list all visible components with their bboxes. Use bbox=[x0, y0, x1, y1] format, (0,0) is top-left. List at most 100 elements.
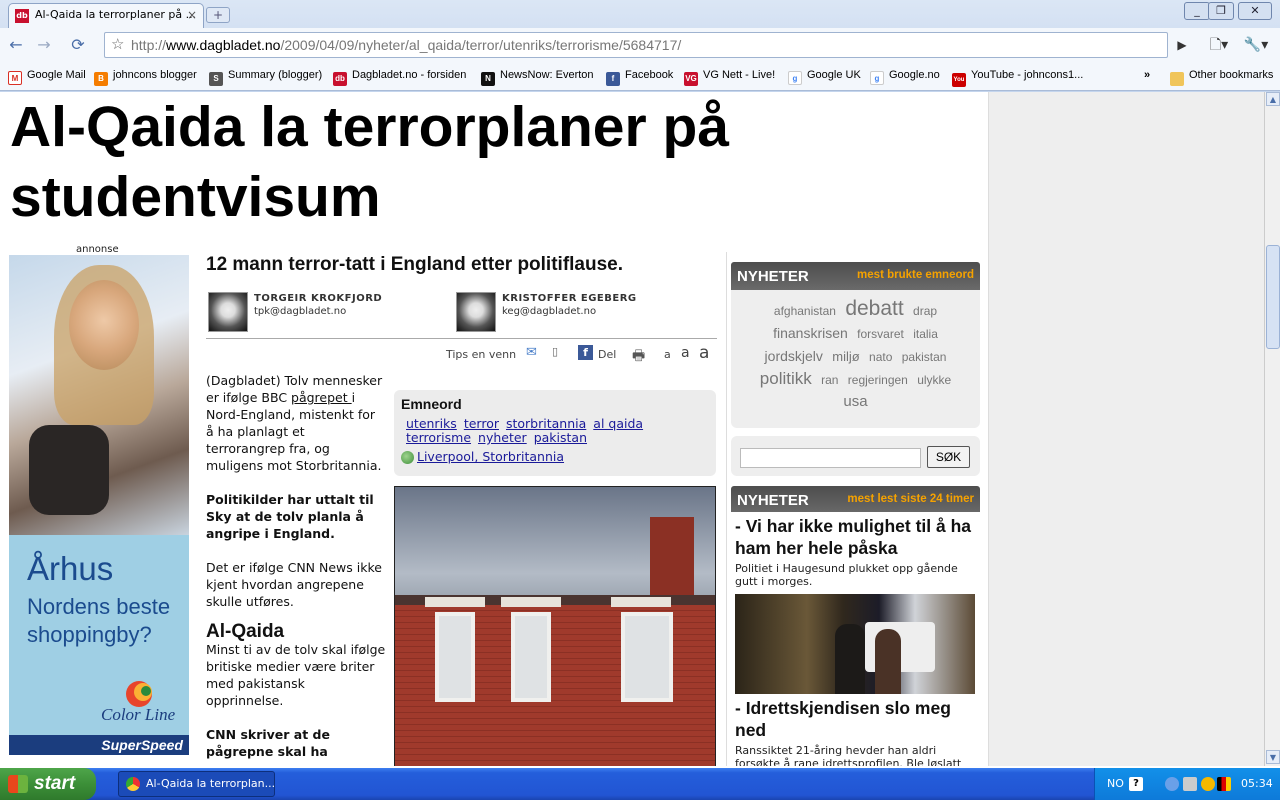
font-size-small[interactable]: a bbox=[664, 348, 671, 361]
globe-icon bbox=[401, 451, 414, 464]
font-size-large[interactable]: a bbox=[699, 343, 709, 363]
tag-link[interactable]: terror bbox=[464, 416, 499, 431]
back-arrow-tray-icon[interactable] bbox=[1165, 777, 1179, 791]
tag-cloud-item[interactable]: ran bbox=[821, 373, 838, 387]
flag-tray-icon[interactable] bbox=[1217, 777, 1231, 791]
bookmark-star-icon[interactable]: ☆ bbox=[111, 33, 124, 57]
wrench-menu-icon[interactable]: 🔧▾ bbox=[1240, 33, 1272, 57]
new-tab-button[interactable]: + bbox=[206, 7, 230, 23]
byline-divider bbox=[206, 338, 717, 339]
paragraph: Det er ifølge CNN News ikke kjent hvorda… bbox=[206, 560, 382, 609]
vg-icon: VG bbox=[684, 72, 698, 86]
section-header: NYHETER mest brukte emneord bbox=[731, 262, 980, 290]
tag-cloud-item[interactable]: italia bbox=[913, 327, 938, 341]
tag-link[interactable]: nyheter bbox=[478, 430, 527, 445]
tag-cloud-item[interactable]: afghanistan bbox=[774, 304, 836, 318]
scrollbar-thumb[interactable] bbox=[1266, 245, 1280, 349]
bookmark-google-no[interactable]: g Google.no bbox=[870, 69, 940, 85]
tag-cloud-item[interactable]: jordskjelv bbox=[765, 348, 823, 364]
address-bar[interactable]: ☆ http://www.dagbladet.no/2009/04/09/nyh… bbox=[104, 32, 1168, 58]
tag-cloud-item[interactable]: ulykke bbox=[917, 373, 951, 387]
tag-link[interactable]: al qaida bbox=[593, 416, 643, 431]
search-button[interactable]: SØK bbox=[927, 446, 970, 468]
mobile-icon[interactable]: ▯ bbox=[552, 345, 558, 358]
taskbar-chrome-window[interactable]: Al-Qaida la terrorplan... bbox=[118, 771, 275, 797]
print-icon[interactable]: 🖶 bbox=[632, 345, 645, 369]
facebook-icon[interactable]: f bbox=[578, 345, 593, 360]
news-teaser: Ranssiktet 21-åring hevder han aldri for… bbox=[735, 744, 962, 766]
language-indicator[interactable]: NO bbox=[1107, 777, 1124, 790]
author-email[interactable]: keg@dagbladet.no bbox=[502, 306, 596, 317]
tag-link[interactable]: utenriks bbox=[406, 416, 457, 431]
tab-article[interactable]: db Al-Qaida la terrorplaner på ... × bbox=[8, 3, 204, 28]
photo-window bbox=[435, 612, 475, 702]
tag-cloud-item[interactable]: pakistan bbox=[902, 350, 947, 364]
tag-cloud-item[interactable]: nato bbox=[869, 350, 892, 364]
bookmark-youtube[interactable]: You YouTube - johncons1... bbox=[952, 69, 1083, 87]
news-headline[interactable]: - Vi har ikke mulighet til å ha ham her … bbox=[735, 515, 976, 559]
bookmark-summary[interactable]: S Summary (blogger) bbox=[209, 69, 322, 86]
tag-cloud-item[interactable]: usa bbox=[843, 393, 867, 410]
photo-window-lintel bbox=[425, 597, 485, 607]
tag-cloud-item[interactable]: regjeringen bbox=[848, 373, 908, 387]
url-path: /2009/04/09/nyheter/al_qaida/terror/uten… bbox=[280, 37, 682, 53]
close-window-button[interactable]: ✕ bbox=[1238, 2, 1272, 20]
web-page: Al-Qaida la terrorplaner på studentvisum… bbox=[0, 92, 1264, 766]
reload-button[interactable]: ⟳ bbox=[66, 33, 90, 57]
scroll-up-arrow-icon[interactable]: ▲ bbox=[1266, 92, 1280, 106]
bookmarks-overflow-button[interactable]: » bbox=[1144, 69, 1150, 81]
bookmark-johncons-blogger[interactable]: Bjohncons blogger bbox=[94, 69, 197, 86]
tag-cloud-item[interactable]: finanskrisen bbox=[773, 325, 848, 341]
back-button[interactable]: ← bbox=[4, 33, 28, 57]
search-input[interactable] bbox=[740, 448, 921, 468]
article-photo[interactable] bbox=[394, 486, 716, 766]
ad-photo-face bbox=[69, 280, 139, 370]
bookmark-vg[interactable]: VG VG Nett - Live! bbox=[684, 69, 775, 86]
location-link[interactable]: Liverpool, Storbritannia bbox=[417, 449, 564, 464]
author-email[interactable]: tpk@dagbladet.no bbox=[254, 306, 346, 317]
minimize-button[interactable]: _ bbox=[1184, 2, 1210, 20]
news-photo[interactable] bbox=[735, 594, 975, 694]
tag-link[interactable]: pakistan bbox=[534, 430, 587, 445]
section-title[interactable]: NYHETER bbox=[737, 268, 809, 285]
pagrepet-link[interactable]: pågrepet bbox=[291, 390, 352, 405]
help-icon[interactable]: ? bbox=[1129, 777, 1143, 791]
system-tray: NO ? 05:34 bbox=[1094, 768, 1280, 800]
forward-button[interactable]: → bbox=[32, 33, 56, 57]
bookmark-google-uk[interactable]: g Google UK bbox=[788, 69, 861, 85]
mail-icon[interactable]: ✉ bbox=[526, 345, 537, 360]
close-tab-icon[interactable]: × bbox=[187, 4, 197, 26]
news-headline[interactable]: - Idrettskjendisen slo meg ned bbox=[735, 697, 976, 741]
section-header: NYHETER mest lest siste 24 timer bbox=[731, 486, 980, 514]
restore-button[interactable]: ❐ bbox=[1208, 2, 1234, 20]
url-prefix: http:// bbox=[131, 37, 167, 53]
network-tray-icon[interactable] bbox=[1201, 777, 1215, 791]
scroll-down-arrow-icon[interactable]: ▼ bbox=[1266, 750, 1280, 764]
tag-cloud-item[interactable]: politikk bbox=[760, 369, 812, 388]
bookmark-newsnow[interactable]: N NewsNow: Everton bbox=[481, 69, 594, 86]
start-button[interactable]: start bbox=[0, 768, 96, 800]
ad-label: annonse bbox=[76, 244, 119, 255]
printer-tray-icon[interactable] bbox=[1183, 777, 1197, 791]
bookmark-dagbladet[interactable]: db Dagbladet.no - forsiden bbox=[333, 69, 466, 86]
bookmark-google-mail[interactable]: M Google Mail bbox=[8, 69, 86, 85]
font-size-medium[interactable]: a bbox=[681, 345, 690, 361]
tag-link[interactable]: storbritannia bbox=[506, 416, 586, 431]
page-scrollbar[interactable]: ▲ ▼ bbox=[1264, 92, 1280, 766]
colorline-advertisement[interactable]: Århus Nordens beste shoppingby? Color Li… bbox=[9, 255, 189, 755]
tag-cloud-item[interactable]: miljø bbox=[832, 349, 859, 364]
page-menu-icon[interactable]: 🗋▾ bbox=[1204, 33, 1234, 57]
gmail-icon: M bbox=[8, 71, 22, 85]
other-bookmarks[interactable]: . Other bookmarks bbox=[1170, 69, 1273, 86]
go-button[interactable]: ▶ bbox=[1170, 33, 1194, 57]
share-link[interactable]: Del bbox=[598, 348, 616, 361]
tag-cloud-item[interactable]: debatt bbox=[845, 297, 903, 320]
section-title[interactable]: NYHETER bbox=[737, 492, 809, 509]
tag-cloud-item[interactable]: drap bbox=[913, 304, 937, 318]
tag-link[interactable]: terrorisme bbox=[406, 430, 471, 445]
clock[interactable]: 05:34 bbox=[1241, 777, 1273, 790]
tips-link[interactable]: Tips en venn bbox=[446, 348, 516, 361]
tag-cloud-item[interactable]: forsvaret bbox=[857, 327, 904, 341]
newsnow-icon: N bbox=[481, 72, 495, 86]
bookmark-facebook[interactable]: f Facebook bbox=[606, 69, 673, 86]
